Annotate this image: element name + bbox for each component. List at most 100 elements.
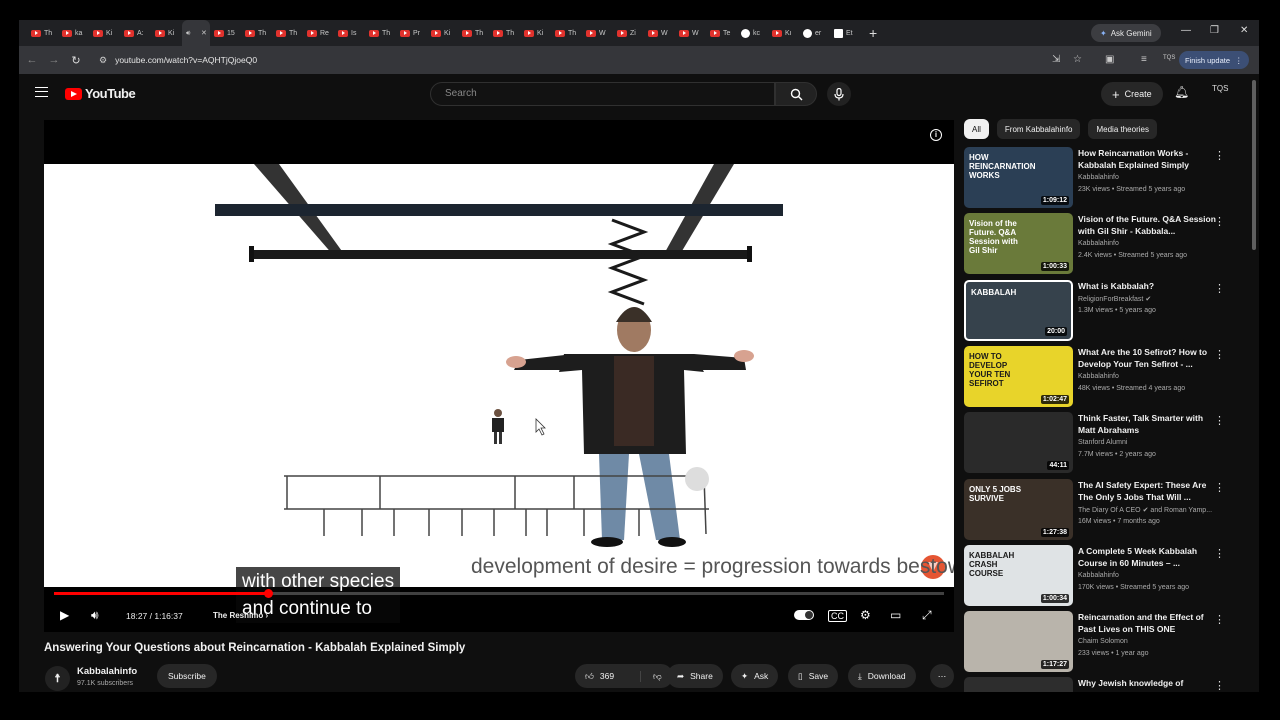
info-icon[interactable]: i [930,129,942,141]
chip-from-channel[interactable]: From Kabbalahinfo [996,119,1081,139]
browser-tab[interactable]: Ki [520,20,551,46]
share-button[interactable]: ➦ Share [667,664,723,688]
ask-gemini-button[interactable]: ✦ Ask Gemini [1091,24,1161,42]
download-button[interactable]: ⤓ Download [848,664,916,688]
browser-tab[interactable]: W [644,20,675,46]
miniplayer-icon[interactable]: ▭ [890,608,901,622]
fullscreen-icon[interactable]: ⤢ [922,608,932,623]
media-controls-icon[interactable]: ≡ [1141,54,1147,65]
browser-tab[interactable]: Et [830,20,861,46]
recommended-video[interactable]: KABBALAH 20:00 What is Kabbalah? Religio… [964,280,1234,342]
video-title[interactable]: What is Kabbalah? [1078,280,1216,292]
chapter-button[interactable]: The Reshimo › [213,611,268,620]
recommended-video[interactable]: 1:17:27 Reincarnation and the Effect of … [964,611,1234,673]
more-vert-icon[interactable]: ⋮ [1214,481,1225,494]
chip-all[interactable]: All [964,119,989,139]
browser-tab[interactable]: W [675,20,706,46]
video-thumbnail[interactable]: KABBALAH 20:00 [964,280,1073,341]
video-title[interactable]: Vision of the Future. Q&A Session with G… [1078,213,1216,237]
create-button[interactable]: + Create [1101,82,1163,106]
video-frame[interactable]: development of desire = progression towa… [44,164,954,623]
back-icon[interactable]: ← [21,54,43,66]
browser-tab[interactable]: 🔊︎ ✕ [182,20,210,46]
close-tab-icon[interactable]: ✕ [201,29,207,37]
more-vert-icon[interactable]: ⋮ [1214,679,1225,692]
browser-tab[interactable]: Pr [396,20,427,46]
more-vert-icon[interactable]: ⋮ [1214,547,1225,560]
notifications-bell-icon[interactable]: 🔔︎ [1174,85,1189,99]
account-avatar[interactable]: TQS [1212,84,1228,93]
video-title[interactable]: What Are the 10 Sefirot? How to Develop … [1078,346,1216,370]
browser-tab[interactable]: Th [241,20,272,46]
new-tab-button[interactable]: + [869,25,883,41]
browser-tab[interactable]: Th [551,20,582,46]
install-app-icon[interactable]: ⇲ [1052,54,1060,65]
search-input[interactable]: Search [430,82,775,106]
profile-avatar[interactable]: TQS [1163,55,1175,61]
browser-tab[interactable]: Ki [427,20,458,46]
browser-tab[interactable]: 15 [210,20,241,46]
video-thumbnail[interactable]: ONLY 5 JOBS SURVIVE 1:27:38 [964,479,1073,540]
video-title[interactable]: A Complete 5 Week Kabbalah Course in 60 … [1078,545,1216,569]
video-title[interactable]: Think Faster, Talk Smarter with Matt Abr… [1078,412,1216,436]
browser-tab[interactable]: Is [334,20,365,46]
video-thumbnail[interactable]: 44:11 [964,412,1073,473]
video-thumbnail[interactable]: Vision of the Future. Q&A Session with G… [964,213,1073,274]
side-panel-icon[interactable]: ▣ [1105,54,1114,65]
channel-avatar[interactable]: ☨ [45,666,70,691]
page-scrollbar[interactable] [1252,80,1256,250]
settings-gear-icon[interactable]: ⚙ [860,608,871,622]
recommended-video[interactable]: KABBALAH CRASH COURSE 1:00:34 A Complete… [964,545,1234,607]
more-vert-icon[interactable]: ⋮ [1214,414,1225,427]
browser-tab[interactable]: Te [706,20,737,46]
chip-media-theories[interactable]: Media theories [1088,119,1157,139]
video-title[interactable]: Reincarnation and the Effect of Past Liv… [1078,611,1216,635]
video-thumbnail[interactable] [964,677,1073,692]
video-thumbnail[interactable]: HOW REINCARNATION WORKS 1:09:12 [964,147,1073,208]
subscribe-button[interactable]: Subscribe [157,664,217,688]
browser-tab[interactable]: A: [120,20,151,46]
site-info-icon[interactable]: ⚙ [99,55,107,66]
browser-tab[interactable]: er [799,20,830,46]
like-button[interactable]: 👍︎ 369 [575,670,641,682]
minimize-icon[interactable]: — [1181,25,1191,36]
progress-bar[interactable] [54,589,944,598]
recommended-video[interactable]: Vision of the Future. Q&A Session with G… [964,213,1234,275]
autoplay-toggle-icon[interactable] [794,609,814,623]
recommended-video[interactable]: 44:11 Think Faster, Talk Smarter with Ma… [964,412,1234,474]
search-button[interactable] [775,82,817,106]
more-actions-button[interactable]: ⋯ [930,664,954,688]
channel-name[interactable]: Kabbalahinfo [77,666,137,677]
more-vert-icon[interactable]: ⋮ [1214,215,1225,228]
browser-tab[interactable]: Ki [151,20,182,46]
volume-icon[interactable]: 🔊︎ [91,608,99,623]
dislike-button[interactable]: 👎︎ [647,671,662,682]
recommended-video[interactable]: ONLY 5 JOBS SURVIVE 1:27:38 The AI Safet… [964,479,1234,541]
browser-tab[interactable]: Th [272,20,303,46]
omnibox[interactable]: ⚙ youtube.com/watch?v=AQHTjQjoeQ0 [99,50,1099,70]
video-player[interactable]: i development of desire = progression to… [44,120,954,632]
finish-update-button[interactable]: Finish update ⋮ [1179,51,1249,69]
more-vert-icon[interactable]: ⋮ [1214,348,1225,361]
video-title[interactable]: The AI Safety Expert: These Are The Only… [1078,479,1216,503]
video-thumbnail[interactable]: KABBALAH CRASH COURSE 1:00:34 [964,545,1073,606]
browser-tab[interactable]: ka [58,20,89,46]
browser-tab[interactable]: Ki [89,20,120,46]
ask-button[interactable]: ✦ Ask [731,664,779,688]
video-title[interactable]: How Reincarnation Works - Kabbalah Expla… [1078,147,1216,171]
voice-search-button[interactable] [827,82,851,106]
recommended-video[interactable]: Why Jewish knowledge of ⋮ [964,677,1234,692]
browser-tab[interactable]: Th [489,20,520,46]
captions-icon[interactable]: CC [828,610,847,622]
browser-tab[interactable]: Kı [768,20,799,46]
browser-tab[interactable]: Zi [613,20,644,46]
reload-icon[interactable]: ↻ [65,54,87,67]
video-thumbnail[interactable]: 1:17:27 [964,611,1073,672]
forward-icon[interactable]: → [43,54,65,66]
close-window-icon[interactable]: ✕ [1240,25,1248,36]
save-button[interactable]: ▯ Save [788,664,839,688]
more-vert-icon[interactable]: ⋮ [1214,613,1225,626]
browser-tab[interactable]: Th [458,20,489,46]
maximize-icon[interactable]: ❐ [1210,25,1219,36]
browser-tab[interactable]: Re [303,20,334,46]
